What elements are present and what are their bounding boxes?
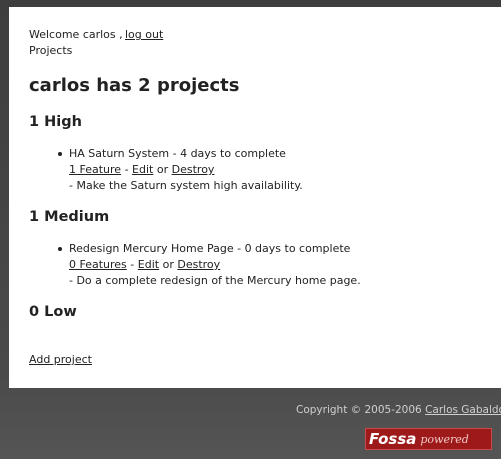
page-title: carlos has 2 projects (29, 75, 240, 96)
separator: - (124, 163, 129, 176)
project-actions: 1 Feature - Edit or Destroy (69, 163, 214, 177)
destroy-link[interactable]: Destroy (177, 258, 220, 271)
edit-link[interactable]: Edit (138, 258, 159, 271)
author-link[interactable]: Carlos Gabaldon (425, 404, 501, 416)
priority-heading-low: 0 Low (29, 304, 77, 320)
priority-heading-high: 1 High (29, 114, 82, 130)
features-link[interactable]: 0 Features (69, 258, 127, 271)
project-description: - Do a complete redesign of the Mercury … (69, 274, 361, 287)
destroy-link[interactable]: Destroy (172, 163, 215, 176)
add-project-link[interactable]: Add project (29, 353, 92, 367)
footer-copyright: Copyright © 2005-2006 Carlos Gabaldon | (296, 404, 501, 417)
content-panel (9, 7, 501, 388)
or-text: or (162, 258, 174, 271)
bullet-icon (58, 152, 62, 156)
project-name: Redesign Mercury Home Page - 0 days to c… (69, 242, 351, 255)
priority-heading-medium: 1 Medium (29, 209, 110, 225)
copyright-text: Copyright © 2005-2006 (296, 404, 422, 416)
project-name: HA Saturn System - 4 days to complete (69, 147, 286, 160)
project-actions: 0 Features - Edit or Destroy (69, 258, 220, 272)
breadcrumb: Projects (29, 44, 73, 57)
bullet-icon (58, 247, 62, 251)
welcome-text: Welcome carlos , (29, 28, 123, 41)
features-link[interactable]: 1 Feature (69, 163, 121, 176)
fossa-powered-badge[interactable]: Fossa powered (365, 428, 492, 450)
or-text: or (156, 163, 169, 176)
project-description: - Make the Saturn system high availabili… (69, 179, 303, 192)
fossa-logo-text: Fossa (369, 430, 417, 448)
logout-link[interactable]: log out (125, 28, 163, 42)
separator: - (130, 258, 135, 271)
edit-link[interactable]: Edit (132, 163, 153, 176)
powered-text: powered (420, 432, 469, 446)
